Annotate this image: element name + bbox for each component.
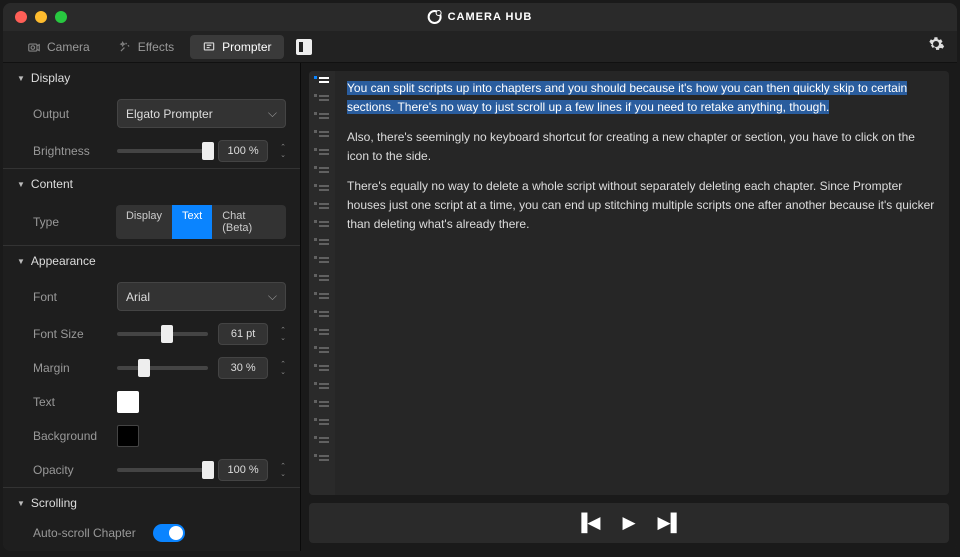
bgcolor-label: Background xyxy=(33,429,107,443)
sidebar: Display Output Elgato Prompter Brightnes… xyxy=(3,63,301,551)
section-display[interactable]: Display xyxy=(3,63,300,93)
textcolor-swatch[interactable] xyxy=(117,391,139,413)
gear-icon xyxy=(927,35,945,53)
main-panel: You can split scripts up into chapters a… xyxy=(301,63,957,551)
output-select[interactable]: Elgato Prompter xyxy=(117,99,286,128)
chapter-marker[interactable] xyxy=(314,435,330,447)
script-content[interactable]: You can split scripts up into chapters a… xyxy=(335,71,949,495)
chapter-marker[interactable] xyxy=(314,345,330,357)
section-scrolling[interactable]: Scrolling xyxy=(3,488,300,518)
chapter-marker[interactable] xyxy=(314,273,330,285)
script-editor: You can split scripts up into chapters a… xyxy=(309,71,949,495)
next-chapter-button[interactable]: ▶▌ xyxy=(658,513,683,533)
minimize-window[interactable] xyxy=(35,11,47,23)
bgcolor-swatch[interactable] xyxy=(117,425,139,447)
chapter-marker[interactable] xyxy=(314,381,330,393)
fontsize-slider[interactable] xyxy=(117,332,208,336)
type-display[interactable]: Display xyxy=(116,205,172,239)
fontsize-label: Font Size xyxy=(33,327,107,341)
chapter-marker[interactable] xyxy=(314,417,330,429)
prev-chapter-button[interactable]: ▐◀ xyxy=(575,513,600,533)
chapter-marker[interactable] xyxy=(314,399,330,411)
tab-camera[interactable]: Camera xyxy=(15,35,102,59)
chapter-marker[interactable] xyxy=(314,291,330,303)
chapter-marker[interactable] xyxy=(314,93,330,105)
close-window[interactable] xyxy=(15,11,27,23)
opacity-stepper[interactable]: ⌃⌄ xyxy=(280,463,286,478)
margin-slider[interactable] xyxy=(117,366,208,370)
opacity-slider[interactable] xyxy=(117,468,208,472)
type-chat[interactable]: Chat (Beta) xyxy=(212,205,286,239)
type-segmented: Display Text Chat (Beta) xyxy=(116,205,286,239)
chapter-marker[interactable] xyxy=(314,111,330,123)
section-appearance[interactable]: Appearance xyxy=(3,246,300,276)
type-text[interactable]: Text xyxy=(172,205,212,239)
effects-icon xyxy=(118,40,132,54)
font-label: Font xyxy=(33,290,107,304)
chapter-panel-toggle[interactable] xyxy=(296,39,312,55)
maximize-window[interactable] xyxy=(55,11,67,23)
chapter-marker[interactable] xyxy=(314,201,330,213)
script-paragraph: There's equally no way to delete a whole… xyxy=(347,177,937,233)
chapter-marker[interactable] xyxy=(314,183,330,195)
chapter-marker[interactable] xyxy=(314,255,330,267)
tab-prompter[interactable]: Prompter xyxy=(190,35,283,59)
brightness-stepper[interactable]: ⌃⌄ xyxy=(280,144,286,159)
output-label: Output xyxy=(33,107,107,121)
script-paragraph: Also, there's seemingly no keyboard shor… xyxy=(347,128,937,165)
margin-stepper[interactable]: ⌃⌄ xyxy=(280,361,286,376)
margin-value[interactable]: 30 % xyxy=(218,357,268,379)
chapter-marker[interactable] xyxy=(314,129,330,141)
opacity-label: Opacity xyxy=(33,463,107,477)
play-button[interactable]: ▶ xyxy=(622,513,635,533)
chapter-marker[interactable] xyxy=(314,75,330,87)
type-label: Type xyxy=(33,215,106,229)
fontsize-value[interactable]: 61 pt xyxy=(218,323,268,345)
toolbar: Camera Effects Prompter xyxy=(3,31,957,63)
chapter-marker[interactable] xyxy=(314,219,330,231)
autoscroll-toggle[interactable] xyxy=(153,524,185,542)
chapter-marker[interactable] xyxy=(314,165,330,177)
font-select[interactable]: Arial xyxy=(117,282,286,311)
section-content[interactable]: Content xyxy=(3,169,300,199)
chapter-marker[interactable] xyxy=(314,327,330,339)
tab-effects[interactable]: Effects xyxy=(106,35,186,59)
opacity-value[interactable]: 100 % xyxy=(218,459,268,481)
camera-icon xyxy=(27,40,41,54)
app-title: CAMERA HUB xyxy=(428,10,533,24)
fontsize-stepper[interactable]: ⌃⌄ xyxy=(280,327,286,342)
chapter-marker[interactable] xyxy=(314,453,330,465)
brightness-value[interactable]: 100 % xyxy=(218,140,268,162)
selected-text: You can split scripts up into chapters a… xyxy=(347,81,907,114)
chapter-marker[interactable] xyxy=(314,309,330,321)
chapter-marker[interactable] xyxy=(314,237,330,249)
textcolor-label: Text xyxy=(33,395,107,409)
margin-label: Margin xyxy=(33,361,107,375)
autoscroll-label: Auto-scroll Chapter xyxy=(33,526,143,540)
playback-bar: ▐◀ ▶ ▶▌ xyxy=(309,503,949,543)
chapter-marker[interactable] xyxy=(314,147,330,159)
settings-button[interactable] xyxy=(927,35,945,58)
brightness-slider[interactable] xyxy=(117,149,208,153)
chapter-gutter xyxy=(309,71,335,495)
titlebar: CAMERA HUB xyxy=(3,3,957,31)
brightness-label: Brightness xyxy=(33,144,107,158)
chapter-marker[interactable] xyxy=(314,363,330,375)
prompter-icon xyxy=(202,40,216,54)
elgato-logo-icon xyxy=(428,10,442,24)
